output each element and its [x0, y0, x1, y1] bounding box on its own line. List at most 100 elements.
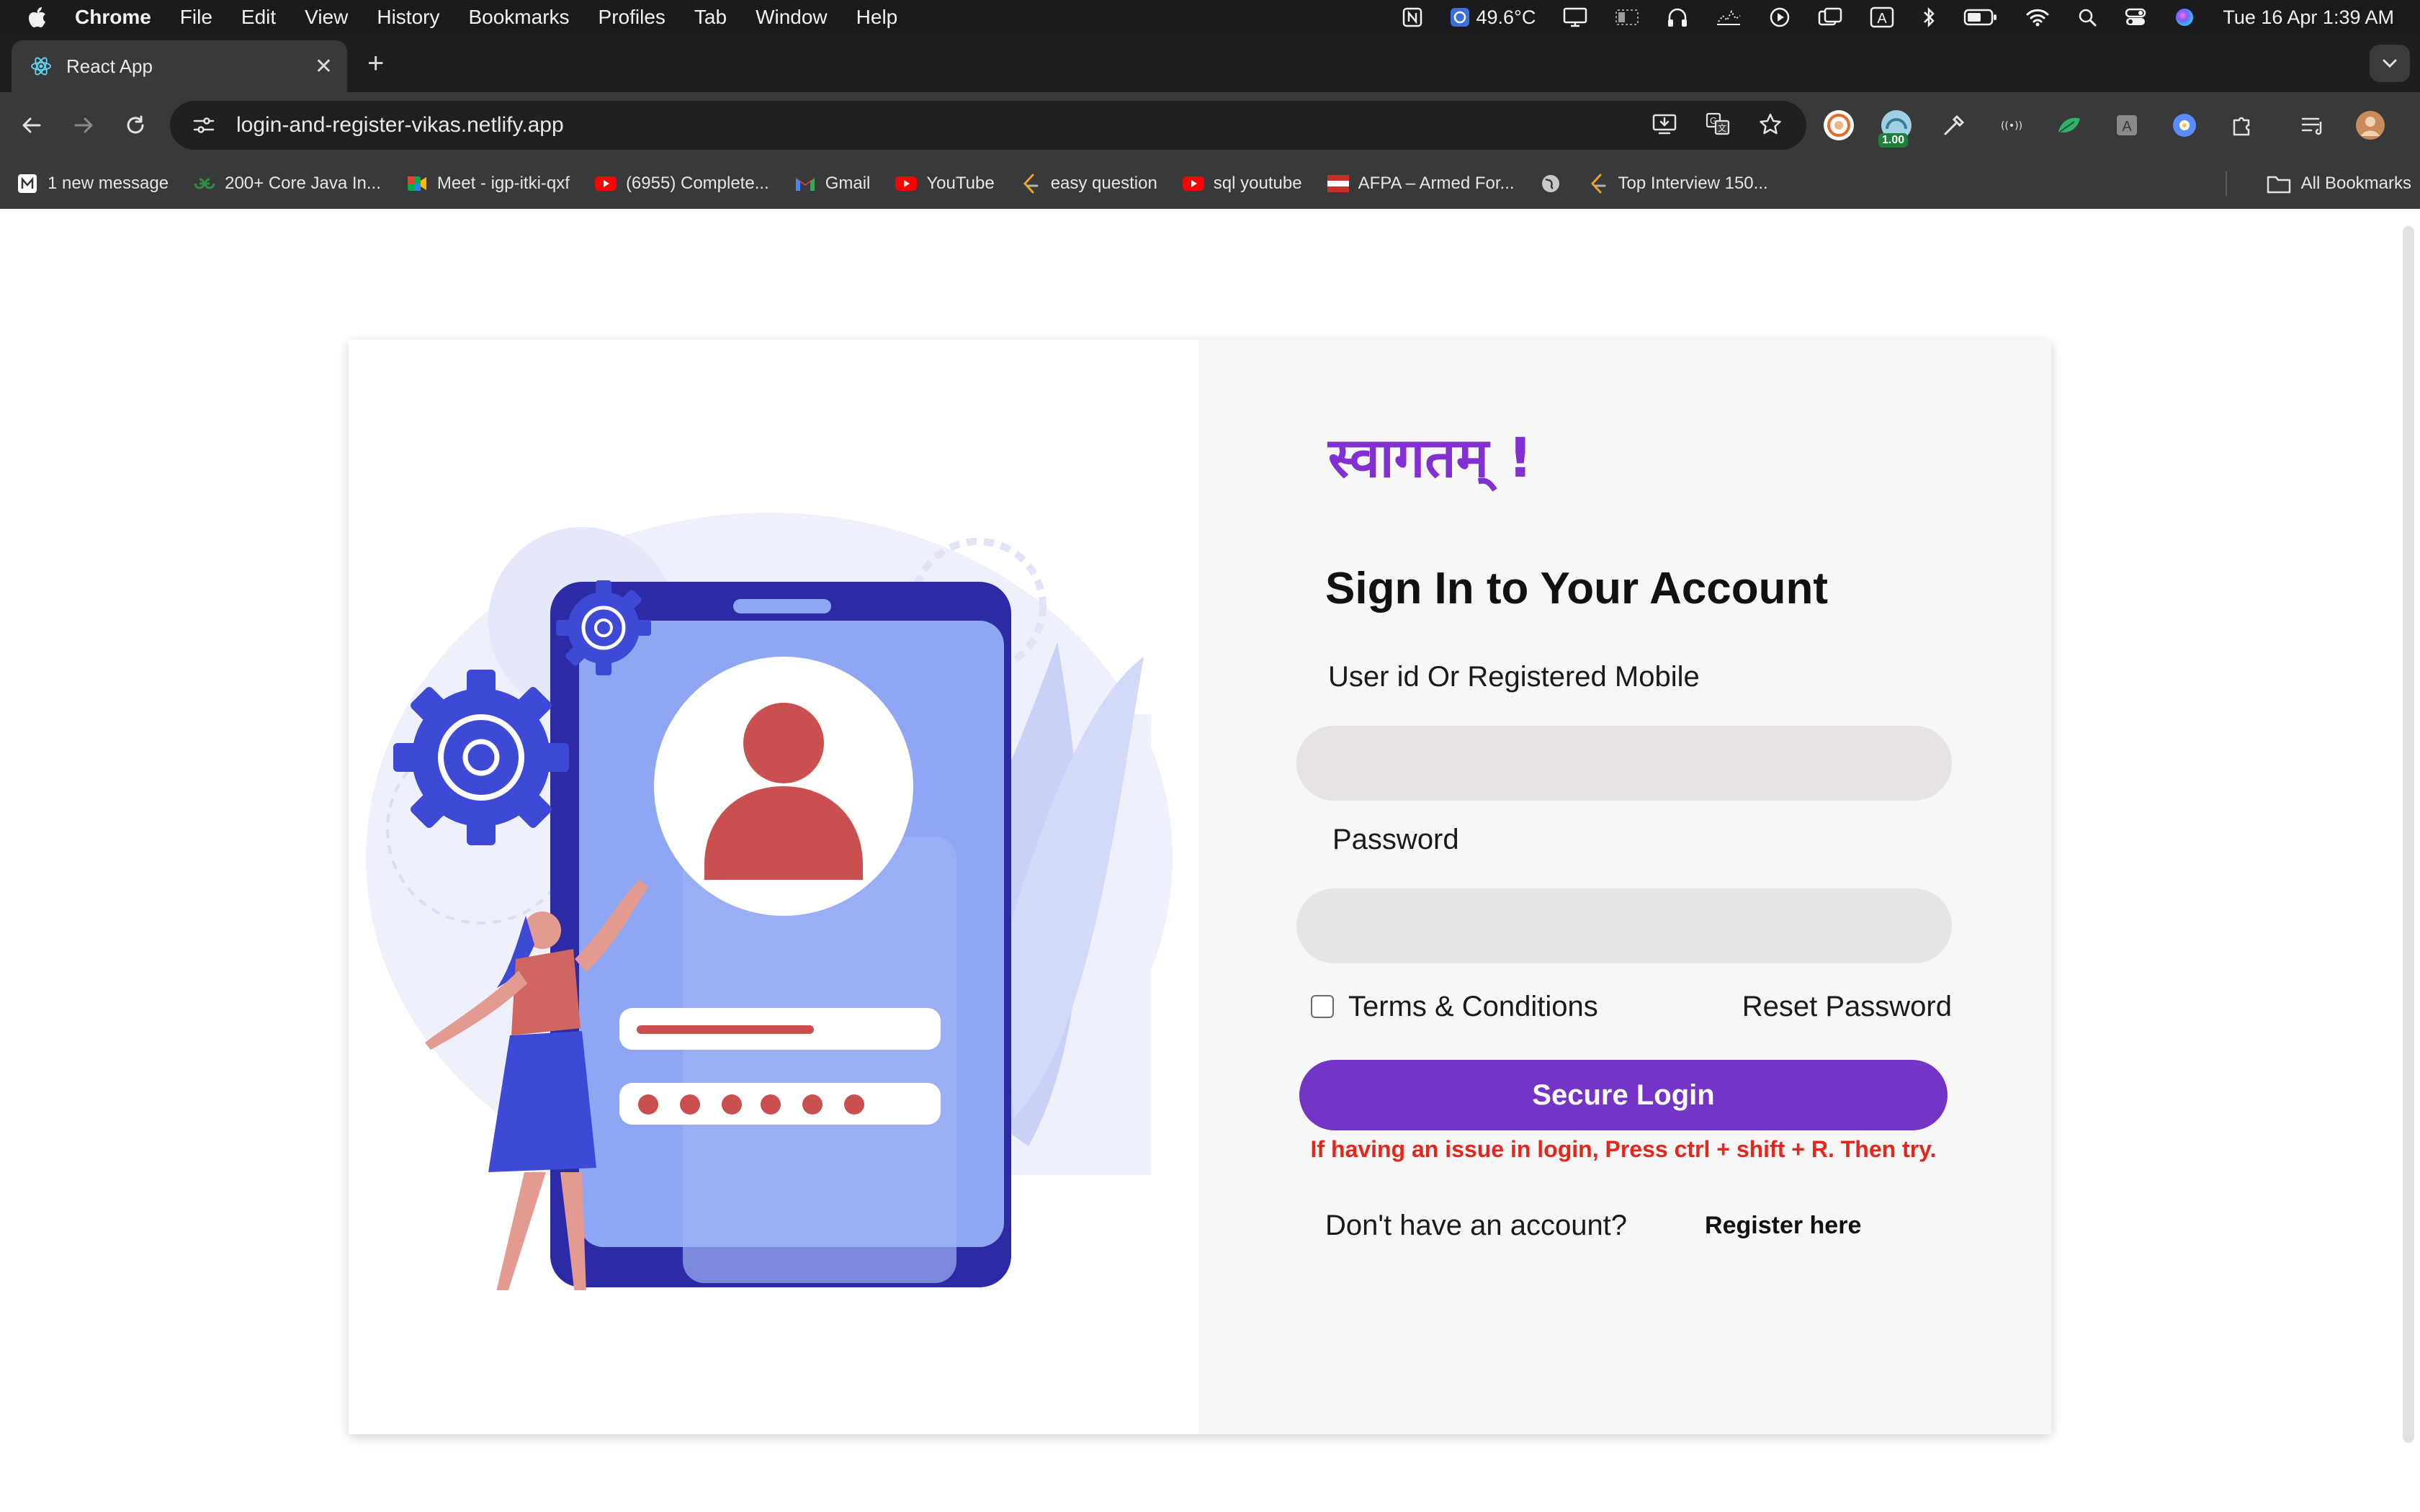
bookmark-label: 200+ Core Java In...	[225, 173, 381, 193]
menu-tab[interactable]: Tab	[694, 6, 727, 29]
display-icon[interactable]	[1563, 7, 1587, 27]
bookmark-globe[interactable]	[1539, 172, 1562, 195]
bookmark-easy-question[interactable]: easy question	[1019, 172, 1157, 195]
bookmark-top-interview[interactable]: Top Interview 150...	[1587, 172, 1768, 195]
extensions-puzzle-icon[interactable]	[2226, 109, 2259, 142]
user-id-input[interactable]	[1296, 726, 1952, 801]
reset-password-link[interactable]: Reset Password	[1742, 991, 1952, 1023]
leetcode-icon	[1587, 172, 1610, 195]
address-bar[interactable]: login-and-register-vikas.netlify.app G文	[170, 101, 1806, 150]
siri-icon[interactable]	[2174, 6, 2195, 28]
password-label: Password	[1332, 824, 1459, 855]
headphones-icon[interactable]	[1667, 7, 1688, 27]
arrow-left-icon	[22, 117, 41, 133]
welcome-heading: स्वागतम् !	[1328, 426, 1533, 490]
page-viewport: स्वागतम् ! Sign In to Your Account User …	[0, 209, 2420, 1512]
tab-search-button[interactable]	[2370, 45, 2410, 82]
menu-file[interactable]: File	[180, 6, 212, 29]
reload-button[interactable]	[109, 99, 161, 151]
all-bookmarks-label: All Bookmarks	[2300, 174, 2411, 193]
close-tab-icon[interactable]: ✕	[315, 54, 333, 79]
menu-help[interactable]: Help	[856, 6, 898, 29]
page-title: Sign In to Your Account	[1325, 564, 1829, 613]
menu-profiles[interactable]: Profiles	[599, 6, 666, 29]
register-row: Don't have an account? Register here	[1325, 1210, 1861, 1242]
gmail-icon	[794, 172, 817, 195]
globe-icon	[1539, 172, 1562, 195]
extension-orange-icon[interactable]	[1822, 109, 1855, 142]
menu-app-name[interactable]: Chrome	[75, 6, 151, 29]
message-favicon-icon	[16, 172, 39, 195]
tab-react-app[interactable]: React App ✕	[12, 40, 347, 92]
control-center-icon[interactable]	[2125, 7, 2146, 27]
tab-strip: React App ✕ +	[0, 35, 2420, 92]
menu-history[interactable]: History	[377, 6, 439, 29]
google-meet-icon	[405, 172, 429, 195]
activity-graph-icon[interactable]	[1716, 7, 1742, 27]
bookmark-complete[interactable]: (6955) Complete...	[594, 172, 769, 195]
translate-icon[interactable]: G文	[1706, 112, 1730, 139]
menu-window[interactable]: Window	[756, 6, 828, 29]
input-source-icon[interactable]: A	[1870, 6, 1894, 28]
more-menu-icon[interactable]	[2411, 109, 2420, 142]
extensions-area: 1.00 ((•)) A	[1822, 92, 2420, 158]
site-settings-icon[interactable]	[186, 107, 222, 143]
all-bookmarks-button[interactable]: All Bookmarks	[2267, 158, 2411, 209]
svg-text:G: G	[1710, 115, 1717, 126]
font-extension-icon[interactable]: A	[2110, 109, 2143, 142]
screenshot-extension-icon[interactable]	[2168, 109, 2201, 142]
no-account-text: Don't have an account?	[1325, 1210, 1628, 1241]
bookmark-new-message[interactable]: 1 new message	[16, 172, 169, 195]
login-hint-message: If having an issue in login, Press ctrl …	[1310, 1136, 1937, 1162]
bookmark-youtube[interactable]: YouTube	[895, 172, 995, 195]
apple-icon[interactable]	[0, 6, 75, 28]
terms-label[interactable]: Terms & Conditions	[1348, 991, 1598, 1023]
secure-login-button[interactable]: Secure Login	[1299, 1060, 1948, 1130]
login-illustration	[366, 513, 1173, 1290]
status-area: 49.6°C A Tue 16 Apr 1:39 AM	[1402, 0, 2394, 35]
cpu-temperature[interactable]: 49.6°C	[1450, 6, 1536, 29]
youtube-icon	[1182, 172, 1205, 195]
bookmark-core-java[interactable]: 200+ Core Java In...	[193, 172, 381, 195]
bluetooth-icon[interactable]	[1922, 6, 1936, 28]
clock[interactable]: Tue 16 Apr 1:39 AM	[2223, 6, 2394, 29]
mirror-icon[interactable]	[1818, 7, 1842, 27]
bookmark-meet[interactable]: Meet - igp-itki-qxf	[405, 172, 570, 195]
forward-button[interactable]	[58, 99, 109, 151]
eyedropper-icon[interactable]	[1937, 109, 1971, 142]
temperature-icon	[1451, 8, 1470, 27]
speed-extension-icon[interactable]: 1.00	[1878, 109, 1913, 148]
menu-view[interactable]: View	[305, 6, 348, 29]
new-tab-icon[interactable]: +	[367, 49, 384, 78]
battery-icon[interactable]	[1963, 8, 1998, 27]
back-button[interactable]	[6, 99, 58, 151]
window-layout-icon[interactable]	[1615, 7, 1639, 27]
register-link[interactable]: Register here	[1705, 1212, 1861, 1240]
bookmark-star-icon[interactable]	[1759, 112, 1782, 139]
bookmark-label: sql youtube	[1213, 173, 1302, 193]
bookmark-afpa[interactable]: AFPA – Armed For...	[1327, 172, 1515, 195]
menu-edit[interactable]: Edit	[241, 6, 276, 29]
bookmark-label: Top Interview 150...	[1618, 173, 1768, 193]
wifi-icon[interactable]	[2025, 7, 2050, 27]
leetcode-icon	[1019, 172, 1042, 195]
bookmark-gmail[interactable]: Gmail	[794, 172, 870, 195]
leaf-extension-icon[interactable]	[2053, 109, 2086, 142]
wireless-extension-icon[interactable]: ((•))	[1995, 109, 2028, 142]
extension-badge: 1.00	[1878, 133, 1909, 148]
reading-list-icon[interactable]	[2296, 109, 2329, 142]
install-app-icon[interactable]	[1652, 113, 1677, 138]
temperature-value: 49.6°C	[1476, 6, 1536, 28]
terms-checkbox[interactable]	[1311, 995, 1334, 1018]
menu-bookmarks[interactable]: Bookmarks	[468, 6, 569, 29]
url-text[interactable]: login-and-register-vikas.netlify.app	[236, 113, 1652, 138]
bookmark-label: (6955) Complete...	[625, 173, 769, 193]
page-scrollbar[interactable]	[2403, 226, 2414, 1443]
svg-text:文: 文	[1718, 122, 1726, 133]
bookmark-sql-youtube[interactable]: sql youtube	[1182, 172, 1302, 195]
play-circle-icon[interactable]	[1769, 6, 1791, 28]
spotlight-search-icon[interactable]	[2077, 7, 2097, 27]
notion-icon[interactable]	[1402, 7, 1422, 27]
profile-avatar[interactable]	[2354, 109, 2387, 142]
password-input[interactable]	[1296, 888, 1952, 963]
